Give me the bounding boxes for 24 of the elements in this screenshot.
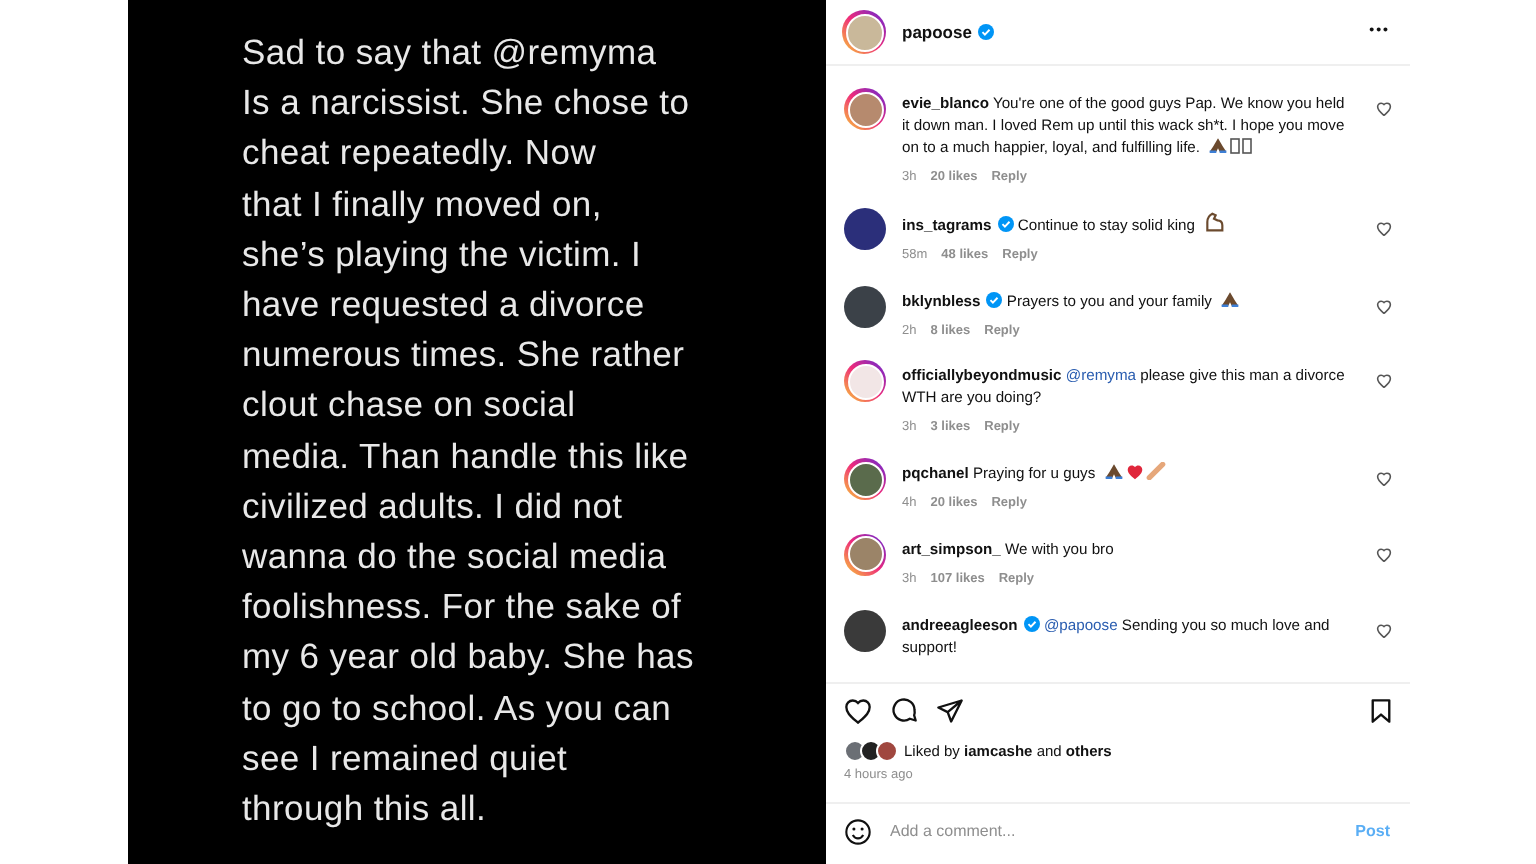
avatar[interactable]	[842, 10, 886, 54]
like-icon[interactable]	[844, 697, 872, 723]
like-icon[interactable]	[1376, 374, 1392, 389]
avatar[interactable]	[844, 285, 886, 327]
avatar[interactable]	[844, 533, 886, 576]
like-icon[interactable]	[1376, 221, 1392, 236]
avatar[interactable]	[844, 360, 886, 403]
bookmark-icon[interactable]	[1370, 697, 1392, 723]
share-icon[interactable]	[936, 697, 964, 723]
avatar[interactable]	[844, 88, 886, 130]
avatar	[876, 740, 898, 763]
avatar	[844, 740, 866, 763]
emoji-icon[interactable]	[844, 818, 872, 846]
avatar[interactable]	[844, 609, 886, 651]
like-icon[interactable]	[1376, 299, 1392, 313]
like-icon[interactable]	[1376, 623, 1392, 637]
comment-icon[interactable]	[890, 696, 918, 724]
username[interactable]: papoose	[902, 19, 972, 45]
like-icon[interactable]	[1376, 102, 1392, 116]
avatar[interactable]	[844, 207, 886, 250]
avatar[interactable]	[844, 458, 886, 500]
story-text: Sad to say that @remyma Is a narcissist. She chose to cheat repeatedly. Now that I finally moved on, she’s playing the victim. I have requested a divorce numerous times. She rather clout chase on social media. Than handle this like civilized adults. I did not wanna do the social media foolishness. For the sake of my 6 year old baby. She has to go to school. As you can see I remained quiet through this all.	[242, 30, 696, 833]
like-icon[interactable]	[1376, 547, 1392, 562]
like-icon[interactable]	[1376, 472, 1392, 486]
